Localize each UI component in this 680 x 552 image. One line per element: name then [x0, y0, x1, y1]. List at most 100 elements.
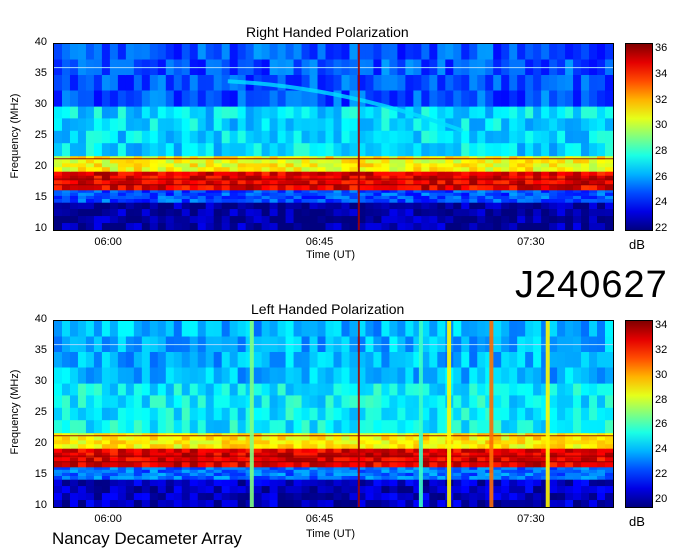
spectrogram-cell [397, 223, 406, 230]
spectrogram-cell [517, 436, 526, 441]
spectrogram-cell [173, 448, 183, 454]
spectrogram-cell [477, 395, 486, 409]
spectrogram-cell [133, 432, 143, 438]
spectrogram-cell [85, 352, 95, 369]
spectrogram-cell [541, 185, 550, 191]
spectrogram-cell [437, 130, 446, 144]
spectrogram-cell [301, 352, 311, 369]
spectrogram-cell [61, 130, 71, 144]
spectrogram-cell [469, 167, 478, 172]
spectrogram-cell [501, 209, 510, 217]
spectrogram-cell [309, 352, 319, 369]
spectrogram-cell [341, 167, 351, 172]
spectrogram-cell [461, 321, 470, 338]
spectrogram-cell [101, 90, 111, 107]
spectrogram-cell [293, 159, 303, 164]
spectrogram-cell [317, 202, 327, 210]
spectrogram-cell [501, 440, 510, 445]
spectrogram-cell [597, 155, 606, 161]
y-tick-label: 20 [34, 437, 47, 449]
spectrogram-cell [261, 106, 271, 119]
spectrogram-cell [317, 493, 327, 501]
spectrogram-cell [605, 432, 613, 438]
spectrogram-cell [549, 479, 558, 487]
spectrogram-cell [365, 436, 375, 441]
spectrogram-cell [509, 420, 518, 434]
spectrogram-cell [253, 321, 263, 338]
spectrogram-cell [453, 167, 462, 172]
spectrogram-cell [77, 223, 87, 230]
spectrogram-cell [301, 171, 311, 177]
spectrogram-cell [333, 432, 343, 438]
spectrogram-cell [181, 155, 191, 161]
spectrogram-cell [229, 432, 239, 438]
spectrogram-cell [93, 163, 103, 168]
spectrogram-cell [549, 90, 558, 107]
spectrogram-cell [253, 90, 263, 107]
spectrogram-cell [197, 155, 207, 161]
spectrogram-cell [341, 143, 351, 157]
colorbar-tick-label: 32 [655, 93, 668, 106]
spectrogram-cell [365, 223, 375, 230]
spectrogram-cell [253, 106, 263, 119]
spectrogram-cell [117, 223, 127, 230]
spectrogram-cell [213, 155, 223, 161]
spectrogram-cell [285, 448, 295, 454]
spectrogram-cell [165, 395, 175, 409]
spectrogram-cell [293, 452, 303, 458]
spectrogram-cell [125, 395, 135, 409]
spectrogram-cell [69, 321, 79, 338]
spectrogram-cell [605, 130, 613, 144]
spectrogram-cell [581, 420, 590, 434]
spectrogram-cell [605, 163, 613, 168]
spectrogram-cell [373, 106, 383, 119]
spectrogram-cell [253, 436, 263, 441]
spectrogram-cell [197, 167, 207, 172]
spectrogram-cell [165, 448, 175, 454]
spectrogram-cell [573, 432, 582, 438]
spectrogram-cell [213, 209, 223, 217]
spectrogram-cell [213, 130, 223, 144]
colorbar-tick-label: 34 [655, 68, 668, 81]
spectrogram-cell [333, 75, 343, 92]
spectrogram-cell [533, 106, 542, 119]
spectrogram-cell [317, 159, 327, 164]
spectrogram-cell [133, 436, 143, 441]
spectrogram-cell [301, 143, 311, 157]
spectrogram-cell [253, 420, 263, 434]
spectrogram-cell [93, 175, 103, 181]
spectrogram-cell [349, 185, 359, 191]
spectrogram-cell [333, 106, 343, 119]
spectrogram-cell [509, 90, 518, 107]
spectrogram-cell [493, 462, 502, 468]
spectrogram-cell [61, 476, 71, 480]
spectrogram-cell [85, 118, 95, 132]
spectrogram-cell [277, 130, 287, 144]
spectrogram-cell [117, 500, 127, 507]
spectrogram-cell [501, 448, 510, 454]
spectrogram-cell [549, 159, 558, 164]
spectrogram-cell [493, 383, 502, 396]
spectrogram-cell [389, 352, 398, 369]
spectrogram-cell [93, 486, 103, 494]
spectrogram-cell [157, 493, 167, 501]
spectrogram-cell [565, 321, 574, 338]
spectrogram-cell [189, 493, 199, 501]
spectrogram-cell [477, 321, 486, 338]
spectrogram-cell [509, 383, 518, 396]
spectrogram-cell [589, 223, 598, 230]
spectrogram-cell [61, 486, 71, 494]
spectrogram-cell [197, 143, 207, 157]
spectrogram-cell [269, 407, 279, 421]
spectrogram-cell [77, 199, 87, 203]
spectrogram-cell [533, 462, 542, 468]
spectrogram-cell [573, 44, 582, 61]
spectrogram-cell [429, 185, 438, 191]
spectrogram-cell [253, 493, 263, 501]
spectrogram-cell [277, 352, 287, 369]
spectrogram-cell [133, 479, 143, 487]
spectrogram-cell [293, 321, 303, 338]
spectrogram-cell [469, 155, 478, 161]
spectrogram-cell [469, 420, 478, 434]
spectrogram-cell [373, 216, 383, 224]
